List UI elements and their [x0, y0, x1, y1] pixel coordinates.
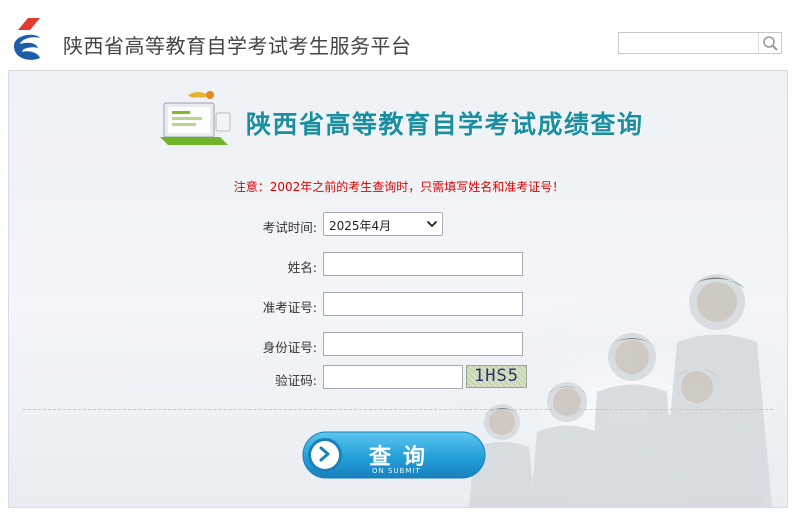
search-input[interactable]	[619, 33, 759, 53]
captcha-image[interactable]: 1HS5	[466, 365, 527, 388]
admission-number-input[interactable]	[323, 292, 523, 316]
captcha-input[interactable]	[323, 365, 463, 389]
exam-time-row: 考试时间: 2025年4月	[9, 212, 787, 238]
admission-number-label: 准考证号:	[262, 300, 317, 315]
site-title: 陕西省高等教育自学考试考生服务平台	[63, 34, 412, 58]
computer-icon	[160, 91, 231, 145]
search-icon	[763, 36, 778, 51]
name-row: 姓名:	[9, 252, 787, 278]
divider	[23, 409, 773, 410]
id-number-label: 身份证号:	[262, 340, 317, 355]
chevron-right-icon	[319, 446, 330, 462]
exam-time-label: 考试时间:	[262, 220, 317, 235]
exam-time-value: 2025年4月	[329, 219, 392, 233]
captcha-label: 验证码:	[275, 373, 317, 388]
exam-time-select[interactable]: 2025年4月	[323, 212, 443, 236]
name-input[interactable]	[323, 252, 523, 276]
exam-logo-icon	[14, 18, 40, 60]
name-label: 姓名:	[287, 260, 317, 275]
id-number-input[interactable]	[323, 332, 523, 356]
score-query-panel: 陕西省高等教育自学考试成绩查询 注意：2002年之前的考生查询时，只需填写姓名和…	[8, 70, 788, 508]
search-button[interactable]	[758, 33, 781, 53]
admission-number-row: 准考证号:	[9, 292, 787, 318]
notice-text: 注意：2002年之前的考生查询时，只需填写姓名和准考证号！	[233, 180, 565, 194]
banner-title: 陕西省高等教育自学考试成绩查询	[246, 110, 644, 139]
banner: 陕西省高等教育自学考试成绩查询	[154, 85, 654, 155]
captcha-row: 验证码: 1HS5	[9, 365, 787, 391]
id-number-row: 身份证号:	[9, 332, 787, 358]
site-header: 陕西省高等教育自学考试考生服务平台	[0, 0, 804, 70]
chevron-down-icon	[426, 220, 438, 228]
search-box	[618, 32, 782, 54]
